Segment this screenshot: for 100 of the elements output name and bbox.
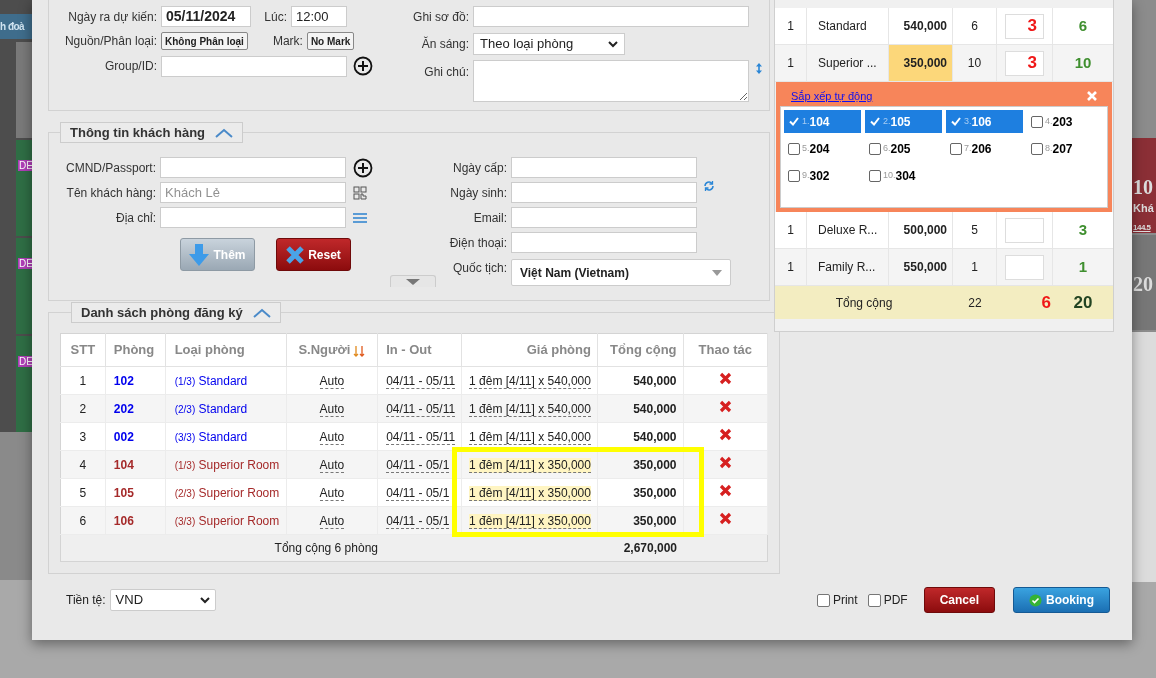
booking-button[interactable]: Booking — [1013, 587, 1110, 613]
table-cell: 540,000 — [633, 373, 677, 388]
guest-count-link[interactable]: Auto — [319, 457, 345, 473]
dropdown[interactable]: Theo loại phòng — [473, 33, 625, 55]
room-type[interactable]: (2/3) Superior Room — [174, 485, 280, 500]
date-range-link[interactable]: 04/11 - 05/1 — [386, 513, 450, 529]
chevron-up-icon — [215, 127, 234, 138]
collapse-tab[interactable] — [390, 275, 436, 287]
room-type[interactable]: (2/3) Standard — [174, 401, 248, 416]
room-number[interactable]: 202 — [113, 401, 134, 416]
room-type[interactable]: (1/3) Superior Room — [174, 457, 280, 472]
price-link[interactable]: 1 đêm [4/11] x 350,000 — [469, 457, 591, 473]
mark-button[interactable]: No Mark — [306, 32, 355, 50]
room-type-name: Superior ... — [818, 55, 877, 72]
price-cell: 550,000 — [889, 249, 953, 285]
arrow-down-icon — [189, 243, 210, 266]
date-range-link[interactable]: 04/11 - 05/11 — [386, 373, 456, 389]
quantity-field[interactable] — [1005, 254, 1044, 280]
price-link[interactable]: 1 đêm [4/11] x 350,000 — [469, 513, 591, 529]
guest-count-link[interactable]: Auto — [319, 485, 345, 501]
field-label: Email: — [472, 209, 508, 227]
field-label: Mark: — [271, 33, 304, 50]
field-label: Tên khách hàng: — [65, 184, 157, 202]
room-type[interactable]: (1/3) Standard — [174, 373, 248, 388]
input-field[interactable] — [473, 6, 749, 27]
room-number[interactable]: 002 — [113, 429, 134, 444]
qr-code-icon — [353, 185, 367, 200]
input-field[interactable]: 05/11/2024 — [161, 6, 251, 27]
input-field[interactable]: Khách Lẻ — [160, 182, 346, 203]
column-header: Loại phòng — [174, 342, 245, 358]
checkbox[interactable] — [867, 593, 881, 607]
table-cell-text: 1 — [971, 259, 978, 276]
checkbox[interactable] — [816, 593, 830, 607]
input-field[interactable]: 12:00 — [291, 6, 347, 27]
guest-count-link[interactable]: Auto — [319, 373, 345, 389]
resize-arrows-icon — [756, 63, 762, 74]
room-number[interactable]: 102 — [113, 373, 134, 388]
date-range-link[interactable]: 04/11 - 05/1 — [386, 457, 450, 473]
room-number[interactable]: 106 — [113, 513, 134, 528]
available-count: 1 — [1078, 256, 1088, 277]
input-field[interactable] — [160, 157, 346, 178]
price-link[interactable]: 1 đêm [4/11] x 540,000 — [469, 373, 591, 389]
input-field[interactable] — [511, 232, 697, 253]
status-badge: DE — [18, 160, 32, 171]
room-type[interactable]: (3/3) Superior Room — [174, 513, 280, 528]
delete-icon — [718, 427, 732, 441]
room-number: 10 — [1133, 176, 1154, 198]
input-field[interactable] — [161, 55, 347, 77]
date-range-link[interactable]: 04/11 - 05/11 — [386, 401, 456, 417]
date-range-link[interactable]: 04/11 - 05/1 — [386, 485, 450, 501]
table-cell: 6 — [79, 513, 87, 528]
caret-icon — [199, 596, 210, 604]
triangle-down-icon — [406, 279, 420, 285]
price-cell: 500,000 — [889, 212, 953, 248]
guest-count-link[interactable]: Auto — [319, 401, 345, 417]
field-label: CMND/Passport: — [64, 159, 157, 177]
list-icon — [353, 211, 367, 224]
input-field[interactable] — [511, 207, 697, 228]
table-cell-text: 5 — [971, 222, 978, 239]
table-cell: 540,000 — [633, 429, 677, 444]
section-header[interactable]: Thông tin khách hàng — [60, 122, 244, 143]
field-label: Quốc tịch: — [451, 260, 508, 277]
room-number[interactable]: 104 — [113, 457, 134, 472]
section-title: Thông tin khách hàng — [70, 123, 206, 142]
section-title: Danh sách phòng đăng ký — [81, 303, 243, 322]
table-cell-text: 1 — [787, 222, 794, 239]
input-field[interactable] — [160, 207, 346, 228]
section-header[interactable]: Danh sách phòng đăng ký — [71, 302, 281, 323]
quantity-field[interactable] — [1005, 217, 1044, 243]
dropdown[interactable]: VND — [109, 589, 216, 611]
classification-button[interactable]: Không Phân loại — [161, 32, 248, 50]
caret-icon — [608, 40, 618, 48]
cancel-button[interactable]: Cancel — [923, 587, 995, 613]
available-count: 3 — [1078, 219, 1088, 240]
available-count: 6 — [1078, 15, 1088, 36]
room-number: 20 — [1133, 273, 1154, 295]
amount-text: 144.5 — [1133, 221, 1152, 234]
status-badge: DE — [18, 258, 32, 269]
quantity-field[interactable]: 3 — [1005, 50, 1044, 76]
reset-button[interactable]: Reset — [276, 238, 351, 271]
price-link[interactable]: 1 đêm [4/11] x 350,000 — [469, 485, 591, 501]
table-cell-text: 10 — [967, 55, 982, 72]
note-field[interactable] — [473, 60, 749, 102]
guest-count-link[interactable]: Auto — [319, 429, 345, 445]
table-cell: 2 — [79, 401, 87, 416]
room-number[interactable]: 105 — [113, 485, 134, 500]
tab-button[interactable]: h đoà — [0, 14, 32, 39]
quantity-field[interactable]: 3 — [1005, 13, 1044, 39]
input-field[interactable] — [511, 157, 697, 178]
date-range-link[interactable]: 04/11 - 05/11 — [386, 429, 456, 445]
room-type[interactable]: (3/3) Standard — [174, 429, 248, 444]
price-link[interactable]: 1 đêm [4/11] x 540,000 — [469, 429, 591, 445]
price-link[interactable]: 1 đêm [4/11] x 540,000 — [469, 401, 591, 417]
field-label: Ghi sơ đồ: — [412, 8, 470, 26]
guest-count-link[interactable]: Auto — [319, 513, 345, 529]
auto-arrange-link[interactable]: Sắp xếp tự động — [791, 87, 873, 105]
refresh-icon — [703, 179, 715, 192]
dropdown[interactable]: Việt Nam (Vietnam) — [511, 259, 731, 286]
sort-icon — [353, 345, 366, 358]
input-field[interactable] — [511, 182, 697, 203]
